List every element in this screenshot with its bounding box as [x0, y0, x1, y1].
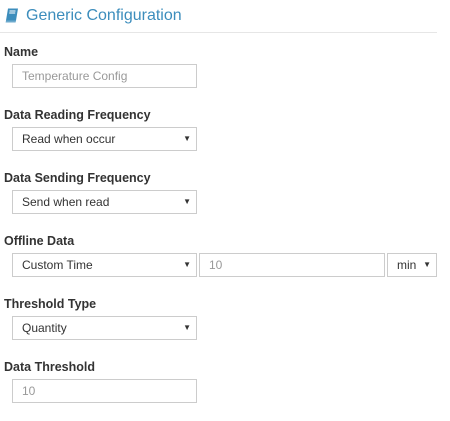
chevron-down-icon: ▼: [183, 134, 191, 143]
data-threshold-input[interactable]: 10: [12, 379, 197, 403]
chevron-down-icon: ▼: [183, 323, 191, 332]
data-threshold-label: Data Threshold: [4, 360, 95, 374]
data-reading-frequency-value: Read when occur: [22, 132, 116, 146]
offline-data-mode-select[interactable]: Custom Time ▼: [12, 253, 197, 277]
name-label: Name: [4, 45, 39, 59]
threshold-type-select[interactable]: Quantity ▼: [12, 316, 197, 340]
chevron-down-icon: ▼: [423, 260, 431, 269]
data-sending-frequency-value: Send when read: [22, 195, 110, 209]
panel-header: Generic Configuration: [0, 0, 437, 33]
data-sending-frequency-select[interactable]: Send when read ▼: [12, 190, 197, 214]
panel-title: Generic Configuration: [26, 7, 182, 24]
chevron-down-icon: ▼: [183, 260, 191, 269]
data-sending-frequency-label: Data Sending Frequency: [4, 171, 151, 185]
data-reading-frequency-label: Data Reading Frequency: [4, 108, 151, 122]
offline-data-unit-value: min: [397, 258, 417, 272]
data-reading-frequency-select[interactable]: Read when occur ▼: [12, 127, 197, 151]
book-icon: [5, 8, 18, 23]
offline-data-value-input[interactable]: 10: [199, 253, 385, 277]
offline-data-unit-select[interactable]: min ▼: [387, 253, 437, 277]
chevron-down-icon: ▼: [183, 197, 191, 206]
threshold-type-label: Threshold Type: [4, 297, 97, 311]
generic-configuration-panel: Generic Configuration Name Temperature C…: [0, 0, 450, 421]
offline-data-label: Offline Data: [4, 234, 75, 248]
offline-data-mode-value: Custom Time: [22, 258, 93, 272]
threshold-type-value: Quantity: [22, 321, 67, 335]
name-input[interactable]: Temperature Config: [12, 64, 197, 88]
